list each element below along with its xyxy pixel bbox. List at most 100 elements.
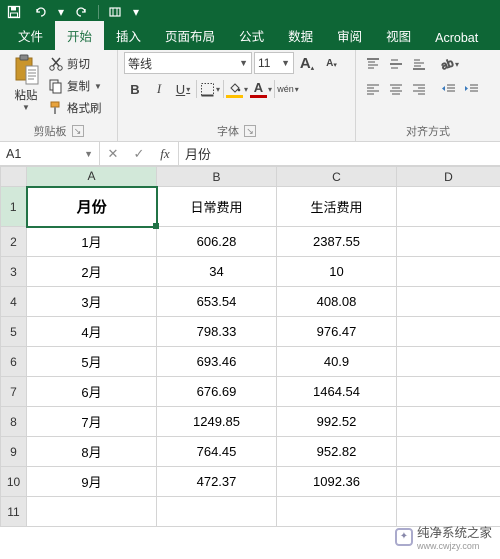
undo-icon[interactable]	[30, 2, 50, 22]
tab-数据[interactable]: 数据	[276, 21, 325, 50]
row-header[interactable]: 2	[1, 227, 27, 257]
borders-button[interactable]: ▾	[199, 78, 221, 100]
row-header[interactable]: 8	[1, 407, 27, 437]
format-painter-button[interactable]: 格式刷	[48, 97, 102, 119]
font-size-combo[interactable]: 11 ▼	[254, 52, 294, 74]
row-header[interactable]: 11	[1, 497, 27, 527]
cell[interactable]: 4月	[27, 317, 157, 347]
clipboard-launcher-icon[interactable]: ↘	[72, 125, 84, 137]
cell[interactable]: 992.52	[277, 407, 397, 437]
formula-input[interactable]: 月份	[179, 142, 500, 165]
tab-插入[interactable]: 插入	[104, 21, 153, 50]
select-all-corner[interactable]	[1, 167, 27, 187]
font-launcher-icon[interactable]: ↘	[244, 125, 256, 137]
undo-dropdown-icon[interactable]: ▾	[56, 2, 66, 22]
cell[interactable]	[397, 467, 500, 497]
decrease-indent-button[interactable]	[438, 78, 460, 100]
font-name-combo[interactable]: 等线 ▼	[124, 52, 252, 74]
cell[interactable]: 408.08	[277, 287, 397, 317]
fill-color-button[interactable]: ▾	[226, 78, 248, 100]
tab-审阅[interactable]: 审阅	[325, 21, 374, 50]
bold-button[interactable]: B	[124, 78, 146, 100]
cut-button[interactable]: 剪切	[48, 53, 102, 75]
cell[interactable]: 976.47	[277, 317, 397, 347]
tab-页面布局[interactable]: 页面布局	[153, 21, 227, 50]
row-header[interactable]: 4	[1, 287, 27, 317]
copy-button[interactable]: 复制 ▼	[48, 75, 102, 97]
column-header[interactable]: A	[27, 167, 157, 187]
cell[interactable]: 3月	[27, 287, 157, 317]
align-center-button[interactable]	[385, 78, 407, 100]
cell[interactable]: 6月	[27, 377, 157, 407]
align-left-button[interactable]	[362, 78, 384, 100]
column-header[interactable]: C	[277, 167, 397, 187]
cell[interactable]: 生活费用	[277, 187, 397, 227]
touch-mode-icon[interactable]	[105, 2, 125, 22]
orientation-button[interactable]: ab▾	[438, 53, 460, 75]
cell[interactable]	[397, 287, 500, 317]
cell[interactable]: 40.9	[277, 347, 397, 377]
row-header[interactable]: 10	[1, 467, 27, 497]
cell[interactable]: 693.46	[157, 347, 277, 377]
cell[interactable]	[157, 497, 277, 527]
cell[interactable]: 798.33	[157, 317, 277, 347]
cell[interactable]: 653.54	[157, 287, 277, 317]
cell[interactable]	[397, 257, 500, 287]
spreadsheet[interactable]: ABCD1月份日常费用生活费用21月606.282387.5532月341043…	[0, 166, 500, 527]
tab-公式[interactable]: 公式	[227, 21, 276, 50]
cancel-formula-button[interactable]: ✕	[100, 142, 126, 165]
tab-开始[interactable]: 开始	[55, 21, 104, 50]
row-header[interactable]: 5	[1, 317, 27, 347]
row-header[interactable]: 1	[1, 187, 27, 227]
cell[interactable]	[397, 227, 500, 257]
cell[interactable]: 月份	[27, 187, 157, 227]
qat-customize-icon[interactable]: ▾	[131, 2, 141, 22]
row-header[interactable]: 3	[1, 257, 27, 287]
cell[interactable]: 5月	[27, 347, 157, 377]
cell[interactable]	[397, 377, 500, 407]
align-bottom-button[interactable]	[408, 53, 430, 75]
cell[interactable]: 606.28	[157, 227, 277, 257]
cell[interactable]	[397, 347, 500, 377]
cell[interactable]: 7月	[27, 407, 157, 437]
name-box[interactable]: A1 ▼	[0, 142, 100, 165]
decrease-font-button[interactable]: A▾	[320, 52, 342, 74]
row-header[interactable]: 9	[1, 437, 27, 467]
cell[interactable]	[397, 187, 500, 227]
cell[interactable]	[277, 497, 397, 527]
row-header[interactable]: 7	[1, 377, 27, 407]
accept-formula-button[interactable]: ✓	[126, 142, 152, 165]
increase-font-button[interactable]: A▴	[296, 52, 318, 74]
cell[interactable]: 1092.36	[277, 467, 397, 497]
save-icon[interactable]	[4, 2, 24, 22]
row-header[interactable]: 6	[1, 347, 27, 377]
cell[interactable]: 1249.85	[157, 407, 277, 437]
underline-button[interactable]: U▾	[172, 78, 194, 100]
cell[interactable]	[397, 317, 500, 347]
redo-icon[interactable]	[72, 2, 92, 22]
cell[interactable]	[397, 407, 500, 437]
column-header[interactable]: D	[397, 167, 500, 187]
fx-button[interactable]: fx	[152, 142, 178, 165]
cell[interactable]: 10	[277, 257, 397, 287]
tab-文件[interactable]: 文件	[6, 21, 55, 50]
column-header[interactable]: B	[157, 167, 277, 187]
align-right-button[interactable]	[408, 78, 430, 100]
cell[interactable]	[27, 497, 157, 527]
increase-indent-button[interactable]	[461, 78, 483, 100]
cell[interactable]: 952.82	[277, 437, 397, 467]
cell[interactable]: 34	[157, 257, 277, 287]
phonetic-guide-button[interactable]: wén▾	[277, 78, 299, 100]
cell[interactable]: 1464.54	[277, 377, 397, 407]
italic-button[interactable]: I	[148, 78, 170, 100]
align-middle-button[interactable]	[385, 53, 407, 75]
cell[interactable]: 8月	[27, 437, 157, 467]
font-color-button[interactable]: A▾	[250, 78, 272, 100]
tab-视图[interactable]: 视图	[374, 21, 423, 50]
cell[interactable]: 2387.55	[277, 227, 397, 257]
align-top-button[interactable]	[362, 53, 384, 75]
cell[interactable]: 1月	[27, 227, 157, 257]
cell[interactable]: 764.45	[157, 437, 277, 467]
cell[interactable]: 472.37	[157, 467, 277, 497]
paste-button[interactable]: 粘贴 ▼	[6, 52, 46, 112]
